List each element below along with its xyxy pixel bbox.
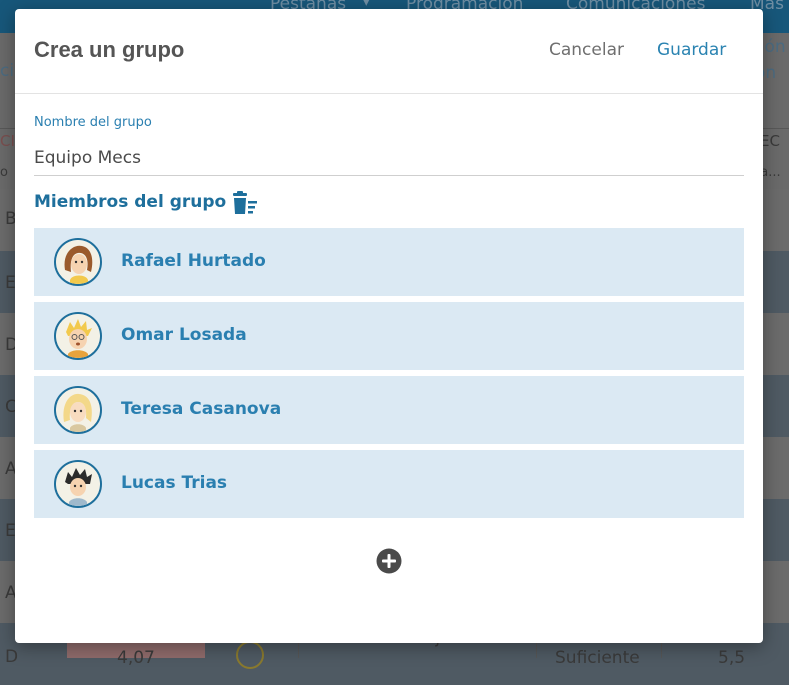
list-item[interactable]: Lucas Trias: [34, 450, 744, 518]
neutral-face-icon: [236, 641, 264, 669]
avatar: [54, 238, 102, 286]
member-name: Omar Losada: [121, 325, 247, 345]
grade-value: 4,07: [117, 648, 155, 668]
list-item[interactable]: Omar Losada: [34, 302, 744, 370]
list-item[interactable]: Teresa Casanova: [34, 376, 744, 444]
cancel-button[interactable]: Cancelar: [549, 40, 624, 60]
avatar: [54, 460, 102, 508]
avatar: [54, 312, 102, 360]
col-edge-left-1: CI: [0, 132, 15, 150]
member-name: Rafael Hurtado: [121, 251, 266, 271]
members-title: Miembros del grupo: [34, 192, 227, 212]
dialog-header: Crea un grupo Cancelar Guardar: [15, 9, 763, 94]
list-item[interactable]: Rafael Hurtado: [34, 228, 744, 296]
dialog-title: Crea un grupo: [34, 37, 185, 62]
delete-list-icon[interactable]: [231, 190, 259, 216]
level-value: Suficiente: [555, 648, 640, 668]
plus-circle-icon[interactable]: [376, 548, 402, 574]
group-name-input[interactable]: [34, 141, 744, 176]
row-letter: D: [5, 647, 19, 667]
member-name: Teresa Casanova: [121, 399, 282, 419]
create-group-dialog: Crea un grupo Cancelar Guardar Nombre de…: [15, 9, 763, 643]
score-value: 5,5: [718, 648, 746, 668]
col-edge-left-2: o: [0, 165, 8, 180]
member-name: Lucas Trias: [121, 473, 228, 493]
avatar: [54, 386, 102, 434]
save-button[interactable]: Guardar: [657, 40, 726, 60]
group-name-label: Nombre del grupo: [34, 115, 152, 130]
